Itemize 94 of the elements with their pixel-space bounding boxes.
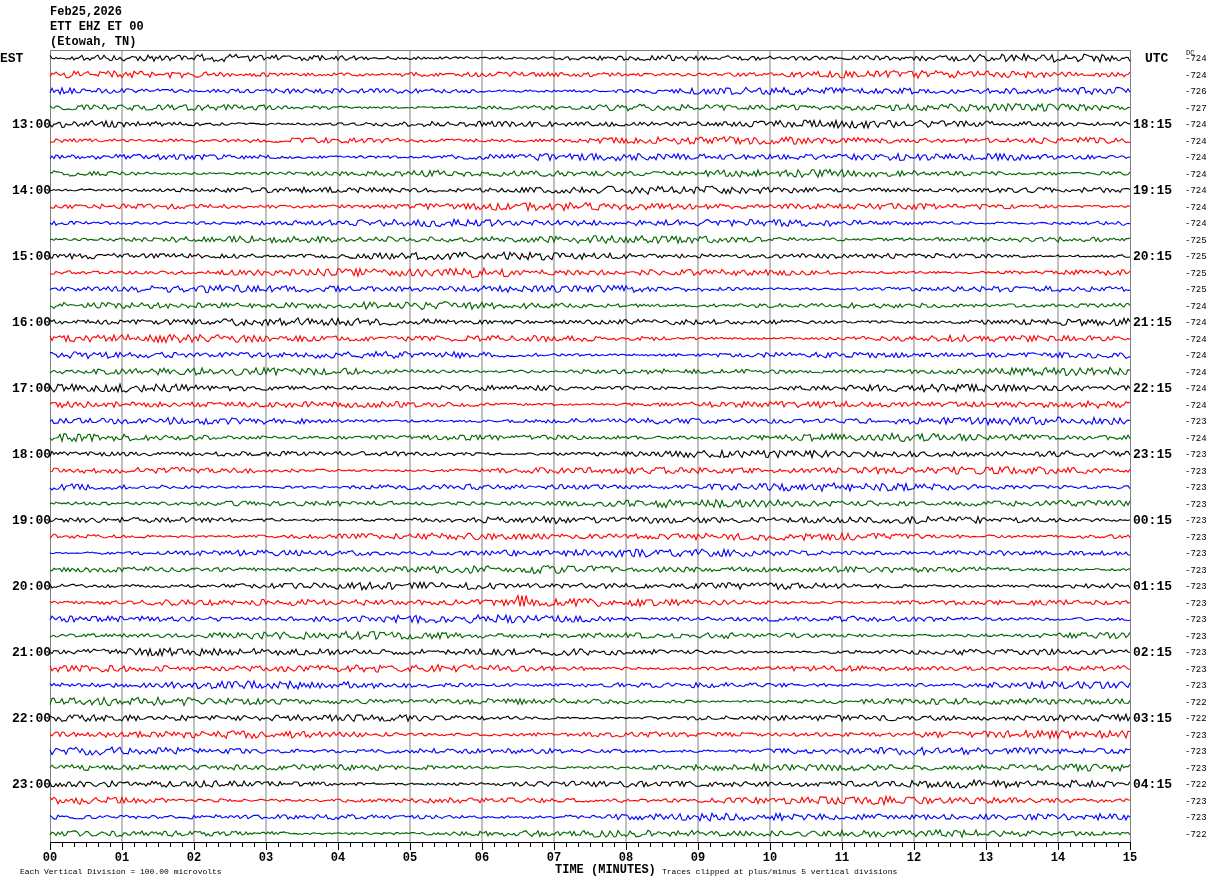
- dc-offset-value: -723: [1185, 451, 1207, 460]
- time-label: 22:15: [1133, 382, 1172, 395]
- dc-offset-value: -724: [1185, 187, 1207, 196]
- dc-offset-value: -724: [1185, 154, 1207, 163]
- tick-label: 03: [258, 852, 274, 864]
- dc-offset-value: -723: [1185, 583, 1207, 592]
- dc-offset-value: -725: [1185, 236, 1207, 246]
- time-label: 19:00: [12, 514, 51, 527]
- time-label: 23:00: [12, 778, 51, 791]
- tick-label: 12: [906, 852, 922, 864]
- dc-offset-value: -723: [1185, 797, 1207, 807]
- time-label: 00:15: [1133, 514, 1172, 527]
- time-label: 01:15: [1133, 580, 1172, 593]
- tick-label: 01: [114, 852, 130, 864]
- time-label: 19:15: [1133, 184, 1172, 197]
- tick-label: 15: [1122, 852, 1138, 864]
- dc-offset-value: -722: [1185, 715, 1207, 724]
- dc-offset-value: -724: [1185, 335, 1207, 345]
- tick-label: 10: [762, 852, 778, 864]
- time-label: 22:00: [12, 712, 51, 725]
- time-zone-label: EST: [0, 52, 24, 65]
- dc-offset-value: -723: [1185, 500, 1207, 510]
- dc-offset-value: -723: [1185, 814, 1207, 823]
- time-label: 02:15: [1133, 646, 1172, 659]
- time-label: 18:15: [1133, 118, 1172, 131]
- tick-label: 06: [474, 852, 490, 864]
- dc-offset-value: -723: [1185, 418, 1207, 427]
- tick-label: 02: [186, 852, 202, 864]
- time-label: 13:00: [12, 118, 51, 131]
- time-label: 17:00: [12, 382, 51, 395]
- time-label: 15:00: [12, 250, 51, 263]
- dc-offset-value: -724: [1185, 401, 1207, 411]
- dc-offset-value: -722: [1185, 830, 1207, 840]
- dc-offset-value: -724: [1185, 170, 1207, 180]
- dc-offset-value: -722: [1185, 781, 1207, 790]
- dc-offset-value: -724: [1185, 55, 1207, 64]
- dc-offset-value: -723: [1185, 665, 1207, 675]
- time-label: 16:00: [12, 316, 51, 329]
- tick-label: 14: [1050, 852, 1066, 864]
- tick-label: 13: [978, 852, 994, 864]
- time-label: 03:15: [1133, 712, 1172, 725]
- time-label: 04:15: [1133, 778, 1172, 791]
- plot-title: (Etowah, TN): [50, 36, 137, 48]
- dc-offset-value: -723: [1185, 550, 1207, 559]
- footer-note: Traces clipped at plus/minus 5 vertical divisions: [662, 868, 898, 876]
- tick-label: 09: [690, 852, 706, 864]
- dc-offset-value: -725: [1185, 269, 1207, 279]
- dc-offset-value: -724: [1185, 368, 1207, 378]
- tick-label: 08: [618, 852, 634, 864]
- plot-title: ETT EHZ ET 00: [50, 21, 144, 33]
- dc-offset-value: -727: [1185, 104, 1207, 114]
- time-label: 21:15: [1133, 316, 1172, 329]
- dc-offset-value: -724: [1185, 385, 1207, 394]
- dc-offset-value: -725: [1185, 253, 1207, 262]
- tick-label: 05: [402, 852, 418, 864]
- dc-offset-value: -724: [1185, 434, 1207, 444]
- tick-label: 11: [834, 852, 850, 864]
- time-label: 20:00: [12, 580, 51, 593]
- time-label: 21:00: [12, 646, 51, 659]
- dc-offset-value: -723: [1185, 682, 1207, 691]
- dc-offset-value: -723: [1185, 484, 1207, 493]
- tick-label: 00: [42, 852, 58, 864]
- dc-offset-value: -723: [1185, 632, 1207, 642]
- time-label: 20:15: [1133, 250, 1172, 263]
- dc-offset-value: -723: [1185, 731, 1207, 741]
- dc-offset-value: -723: [1185, 599, 1207, 609]
- plot-title: Feb25,2026: [50, 6, 122, 18]
- dc-offset-value: -723: [1185, 748, 1207, 757]
- dc-offset-value: -725: [1185, 286, 1207, 295]
- dc-offset-value: -722: [1185, 698, 1207, 708]
- dc-offset-value: -724: [1185, 121, 1207, 130]
- dc-offset-value: -724: [1185, 203, 1207, 213]
- time-label: 14:00: [12, 184, 51, 197]
- tick-label: 07: [546, 852, 562, 864]
- dc-offset-value: -723: [1185, 566, 1207, 576]
- dc-offset-value: -723: [1185, 467, 1207, 477]
- dc-offset-value: -724: [1185, 220, 1207, 229]
- dc-offset-value: -724: [1185, 71, 1207, 81]
- dc-offset-value: -723: [1185, 616, 1207, 625]
- footer-note: Each Vertical Division = 100.00 microvolts: [20, 868, 222, 876]
- dc-offset-value: -724: [1185, 319, 1207, 328]
- dc-offset-value: -724: [1185, 352, 1207, 361]
- axis-title: TIME (MINUTES): [555, 864, 656, 876]
- dc-offset-value: -723: [1185, 517, 1207, 526]
- dc-offset-value: -723: [1185, 764, 1207, 774]
- dc-offset-value: -723: [1185, 533, 1207, 543]
- dc-offset-value: -726: [1185, 88, 1207, 97]
- dc-offset-value: -724: [1185, 137, 1207, 147]
- time-label: 23:15: [1133, 448, 1172, 461]
- time-label: 18:00: [12, 448, 51, 461]
- time-zone-label: UTC: [1145, 52, 1169, 65]
- dc-offset-value: -723: [1185, 649, 1207, 658]
- dc-offset-value: -724: [1185, 302, 1207, 312]
- tick-label: 04: [330, 852, 346, 864]
